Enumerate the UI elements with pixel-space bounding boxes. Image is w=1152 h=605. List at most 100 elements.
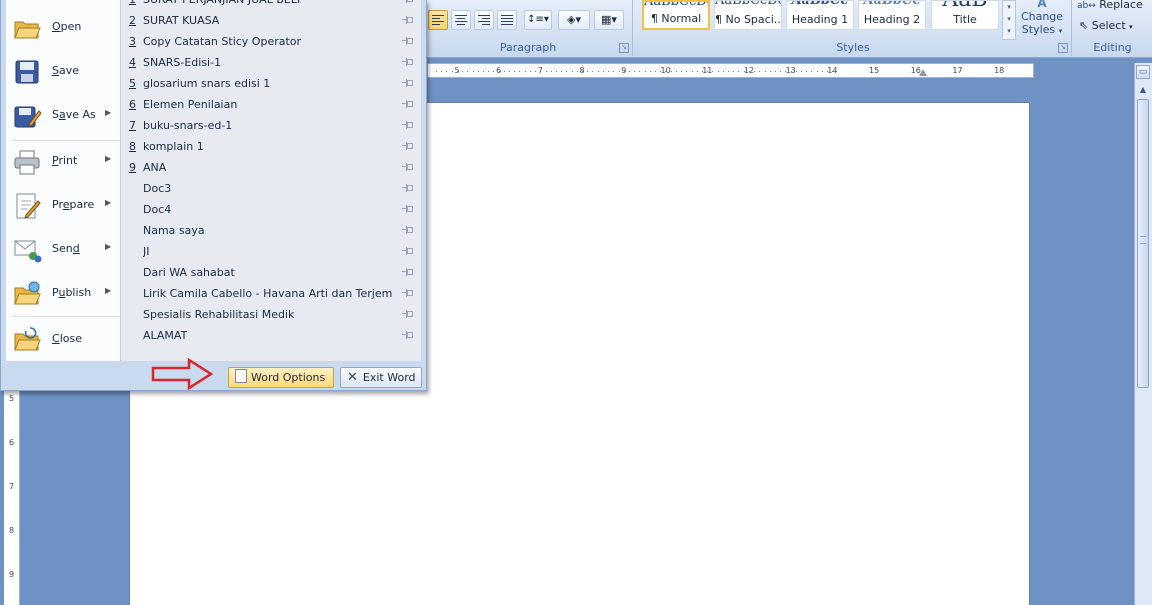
- pin-icon[interactable]: [402, 100, 414, 108]
- recent-document-item[interactable]: 1 SURAT PERJANJIAN JUAL BELI: [121, 0, 421, 10]
- change-styles-label-2-row: Styles ▾: [1017, 23, 1067, 36]
- publish-label: Publish: [52, 286, 92, 299]
- align-center-button[interactable]: [451, 10, 471, 30]
- pin-icon[interactable]: [402, 289, 414, 297]
- submenu-arrow-icon: ▶: [105, 198, 112, 207]
- recent-document-item[interactable]: Doc3: [121, 178, 421, 199]
- save-command[interactable]: Save: [6, 52, 120, 92]
- recent-document-item[interactable]: JI: [121, 241, 421, 262]
- replace-button[interactable]: ab↔ Replace: [1077, 0, 1151, 14]
- pin-icon[interactable]: [402, 184, 414, 192]
- send-command[interactable]: Send ▶: [6, 230, 120, 270]
- save-label: Save: [52, 64, 80, 77]
- recent-document-item[interactable]: 7 buku-snars-ed-1: [121, 115, 421, 136]
- pin-icon[interactable]: [402, 226, 414, 234]
- recent-document-item[interactable]: 4 SNARS-Edisi-1: [121, 52, 421, 73]
- recent-document-item[interactable]: Spesialis Rehabilitasi Medik: [121, 304, 421, 325]
- ruler-minor-tick: [816, 71, 818, 72]
- shading-button[interactable]: ◈▾: [558, 10, 590, 30]
- recent-document-item[interactable]: Nama saya: [121, 220, 421, 241]
- open-folder-icon: [14, 21, 41, 39]
- close-command[interactable]: Close: [6, 320, 120, 360]
- ruler-minor-tick: [806, 71, 808, 72]
- pin-icon[interactable]: [402, 16, 414, 24]
- select-button[interactable]: ⇖ Select ▾: [1079, 19, 1151, 35]
- style-heading-2[interactable]: AaBbCc Heading 2: [858, 0, 926, 30]
- pin-icon[interactable]: [402, 247, 414, 255]
- horizontal-ruler[interactable]: 5678910111213141516171819: [427, 63, 1034, 78]
- print-command[interactable]: Print ▶: [6, 142, 120, 182]
- recent-document-name: ALAMAT: [143, 329, 188, 342]
- style-title[interactable]: AaB Title: [931, 0, 999, 30]
- pin-icon[interactable]: [402, 331, 414, 339]
- align-left-button[interactable]: [428, 10, 448, 30]
- change-styles-label-2: Styles: [1021, 23, 1056, 36]
- pin-icon[interactable]: [402, 58, 414, 66]
- recent-document-item[interactable]: 2 SURAT KUASA: [121, 10, 421, 31]
- prepare-command[interactable]: Prepare ▶: [6, 186, 120, 226]
- recent-document-item[interactable]: Lirik Camila Cabello - Havana Arti dan T…: [121, 283, 421, 304]
- recent-document-item[interactable]: 6 Elemen Penilaian: [121, 94, 421, 115]
- recent-document-number: 1: [129, 0, 139, 6]
- save-as-label: Save As: [52, 108, 96, 121]
- line-spacing-button[interactable]: ↕≡▾: [524, 10, 552, 30]
- ruler-tick-label: 14: [827, 66, 838, 75]
- pin-icon[interactable]: [402, 268, 414, 276]
- recent-document-item[interactable]: 5 glosarium snars edisi 1: [121, 73, 421, 94]
- ruler-minor-tick: [628, 71, 630, 72]
- ruler-minor-tick: [472, 71, 474, 72]
- pin-icon[interactable]: [402, 205, 414, 213]
- styles-gallery-scroll[interactable]: ▾ ▾ ▾: [1002, 0, 1016, 40]
- ruler-minor-tick: [524, 71, 526, 72]
- style-heading-1[interactable]: AaBbCc Heading 1: [786, 0, 854, 30]
- recent-document-item[interactable]: 8 komplain 1: [121, 136, 421, 157]
- select-label: Select: [1091, 19, 1126, 32]
- recent-document-item[interactable]: 9 ANA: [121, 157, 421, 178]
- word-options-button[interactable]: Word Options: [228, 367, 334, 388]
- recent-document-item[interactable]: Doc4: [121, 199, 421, 220]
- style-sample: AaBbCc: [791, 0, 849, 8]
- justify-button[interactable]: [497, 10, 517, 30]
- view-ruler-button[interactable]: ▭: [1136, 65, 1150, 79]
- office-button-menu: Open Save Save As ▶ Print ▶ Prepare ▶ Se…: [0, 0, 427, 391]
- pin-icon[interactable]: [402, 0, 414, 3]
- ruler-minor-tick: [488, 71, 490, 72]
- align-right-button[interactable]: [474, 10, 494, 30]
- recent-document-name: Doc4: [143, 203, 172, 216]
- ruler-tick-label: 6: [496, 66, 502, 75]
- close-x-icon: ✕: [347, 370, 358, 385]
- borders-button[interactable]: ▦▾: [594, 10, 624, 30]
- editing-group: ab↔ Replace ⇖ Select ▾ Editing: [1073, 0, 1152, 56]
- word-options-icon: [235, 369, 247, 383]
- right-indent-marker[interactable]: [919, 69, 927, 76]
- pin-icon[interactable]: [402, 121, 414, 129]
- save-as-command[interactable]: Save As ▶: [6, 96, 120, 136]
- pin-icon[interactable]: [402, 37, 414, 45]
- scroll-up-icon[interactable]: ▲: [1136, 83, 1150, 97]
- recent-document-item[interactable]: ALAMAT: [121, 325, 421, 346]
- paragraph-dialog-launcher[interactable]: ↘: [619, 43, 629, 53]
- scrollbar-thumb[interactable]: [1137, 99, 1149, 388]
- pin-icon[interactable]: [402, 142, 414, 150]
- word-options-label: Word Options: [251, 371, 326, 384]
- recent-document-item[interactable]: 3 Copy Catatan Sticy Operator: [121, 31, 421, 52]
- ruler-tick-label: 10: [660, 66, 671, 75]
- ruler-tick-label: 17: [952, 66, 963, 75]
- open-command[interactable]: Open: [6, 8, 120, 48]
- pin-icon[interactable]: [402, 310, 414, 318]
- exit-word-button[interactable]: ✕ Exit Word: [340, 367, 422, 388]
- change-styles-button[interactable]: A Change Styles ▾: [1017, 0, 1067, 40]
- ruler-minor-tick: [467, 71, 469, 72]
- vertical-ruler[interactable]: 5 6 7 8 9: [4, 390, 20, 605]
- style-normal[interactable]: AaBbCcDc ¶ Normal: [642, 0, 710, 30]
- pin-icon[interactable]: [402, 79, 414, 87]
- recent-document-name: Lirik Camila Cabello - Havana Arti dan T…: [143, 287, 393, 300]
- publish-command[interactable]: Publish ▶: [6, 274, 120, 314]
- style-label: Heading 1: [791, 13, 849, 26]
- style-sample: AaBbCc: [863, 0, 921, 8]
- styles-dialog-launcher[interactable]: ↘: [1058, 43, 1068, 53]
- recent-document-item[interactable]: Dari WA sahabat: [121, 262, 421, 283]
- ruler-minor-tick: [733, 71, 735, 72]
- pin-icon[interactable]: [402, 163, 414, 171]
- style-no-spacing[interactable]: AaBbCcDc ¶ No Spaci...: [714, 0, 782, 30]
